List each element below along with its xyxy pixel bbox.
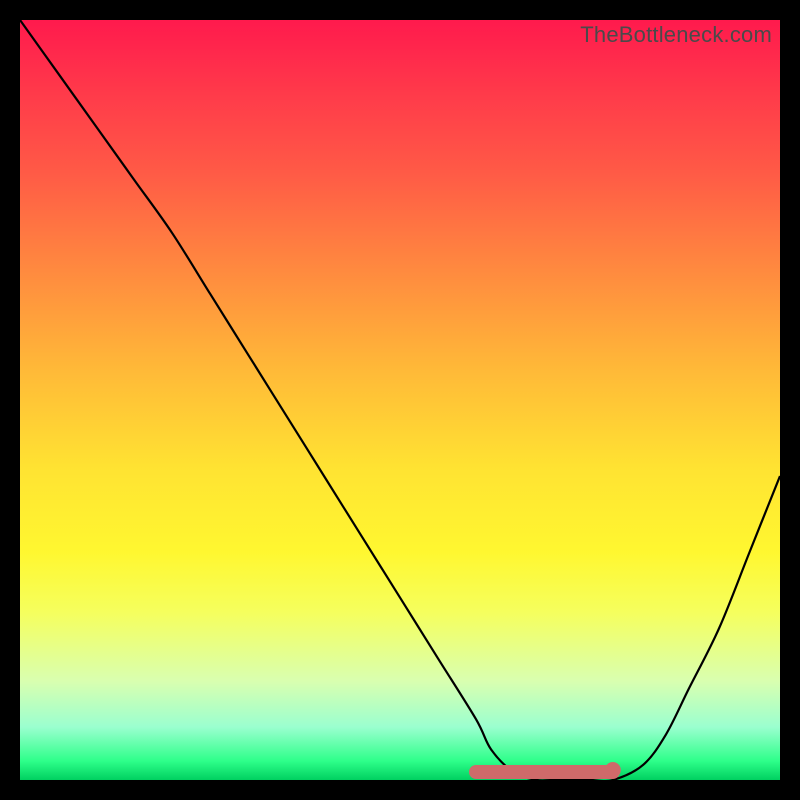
plot-area: TheBottleneck.com <box>20 20 780 780</box>
optimum-end-dot <box>605 762 621 778</box>
bottleneck-curve-svg <box>20 20 780 780</box>
bottleneck-curve <box>20 20 780 780</box>
chart-frame: TheBottleneck.com <box>0 0 800 800</box>
